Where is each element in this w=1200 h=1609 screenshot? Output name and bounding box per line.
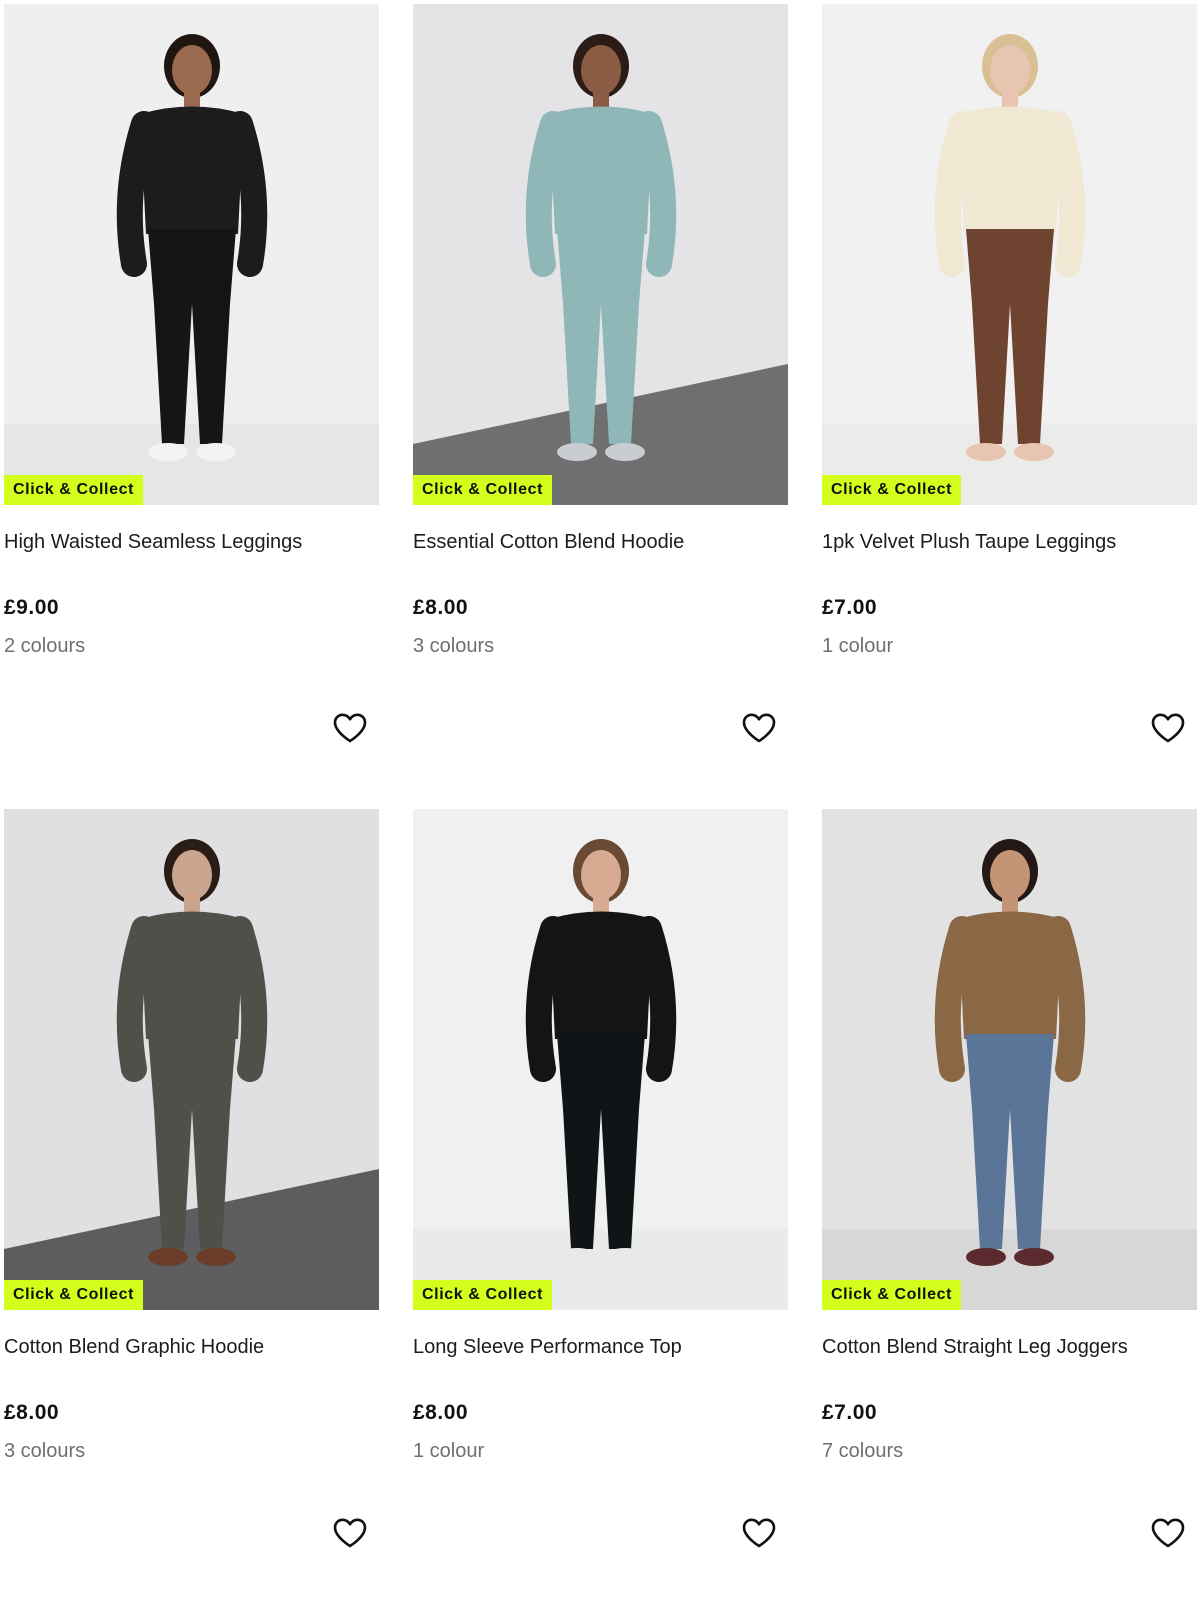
product-image[interactable] <box>4 4 379 505</box>
wishlist-button[interactable] <box>330 1513 370 1553</box>
product-card[interactable]: Click & Collect 1pk Velvet Plush Taupe L… <box>822 4 1198 804</box>
heart-outline-icon <box>1151 713 1185 743</box>
product-title[interactable]: 1pk Velvet Plush Taupe Leggings <box>822 529 1116 555</box>
product-price: £8.00 <box>413 1401 469 1424</box>
product-image[interactable] <box>4 809 379 1310</box>
colour-count: 2 colours <box>4 635 86 657</box>
wishlist-button[interactable] <box>1148 708 1188 748</box>
product-card[interactable]: Click & Collect High Waisted Seamless Le… <box>4 4 380 804</box>
click-collect-badge: Click & Collect <box>413 475 553 505</box>
click-collect-badge: Click & Collect <box>413 1280 553 1310</box>
click-collect-badge: Click & Collect <box>822 475 962 505</box>
product-title[interactable]: Cotton Blend Graphic Hoodie <box>4 1334 264 1360</box>
colour-count: 3 colours <box>413 635 495 657</box>
click-collect-badge: Click & Collect <box>4 1280 144 1310</box>
heart-outline-icon <box>742 1518 776 1548</box>
colour-count: 1 colour <box>413 1440 485 1462</box>
colour-count: 1 colour <box>822 635 894 657</box>
product-image[interactable] <box>822 4 1197 505</box>
product-title[interactable]: Long Sleeve Performance Top <box>413 1334 682 1360</box>
product-title[interactable]: High Waisted Seamless Leggings <box>4 529 302 555</box>
product-title[interactable]: Essential Cotton Blend Hoodie <box>413 529 684 555</box>
product-card[interactable]: Click & Collect Essential Cotton Blend H… <box>413 4 789 804</box>
heart-outline-icon <box>742 713 776 743</box>
colour-count: 7 colours <box>822 1440 904 1462</box>
product-card[interactable]: Click & Collect Long Sleeve Performance … <box>413 809 789 1609</box>
product-card[interactable]: Click & Collect Cotton Blend Straight Le… <box>822 809 1198 1609</box>
wishlist-button[interactable] <box>330 708 370 748</box>
product-price: £7.00 <box>822 1401 878 1424</box>
product-price: £8.00 <box>413 596 469 619</box>
product-card[interactable]: Click & Collect Cotton Blend Graphic Hoo… <box>4 809 380 1609</box>
colour-count: 3 colours <box>4 1440 86 1462</box>
product-price: £7.00 <box>822 596 878 619</box>
product-image[interactable] <box>413 4 788 505</box>
product-price: £8.00 <box>4 1401 60 1424</box>
heart-outline-icon <box>333 1518 367 1548</box>
product-price: £9.00 <box>4 596 60 619</box>
wishlist-button[interactable] <box>1148 1513 1188 1553</box>
product-image[interactable] <box>822 809 1197 1310</box>
product-title[interactable]: Cotton Blend Straight Leg Joggers <box>822 1334 1128 1360</box>
heart-outline-icon <box>333 713 367 743</box>
click-collect-badge: Click & Collect <box>822 1280 962 1310</box>
heart-outline-icon <box>1151 1518 1185 1548</box>
wishlist-button[interactable] <box>739 708 779 748</box>
product-image[interactable] <box>413 809 788 1310</box>
product-grid: Click & Collect High Waisted Seamless Le… <box>0 0 1200 1552</box>
click-collect-badge: Click & Collect <box>4 475 144 505</box>
wishlist-button[interactable] <box>739 1513 779 1553</box>
